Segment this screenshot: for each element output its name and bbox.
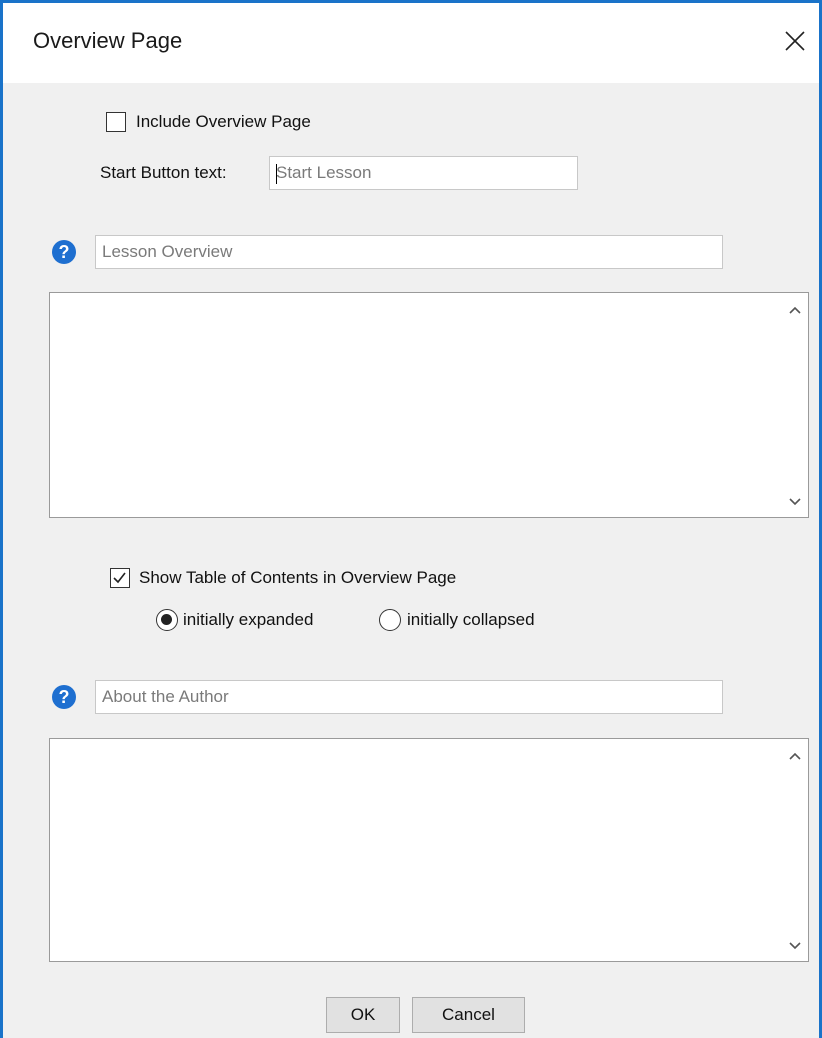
title-bar: Overview Page bbox=[3, 3, 819, 83]
show-toc-label: Show Table of Contents in Overview Page bbox=[139, 568, 457, 587]
ok-button[interactable]: OK bbox=[326, 997, 400, 1033]
scroll-down-icon[interactable] bbox=[784, 493, 806, 511]
include-overview-checkbox[interactable] bbox=[106, 112, 126, 132]
scroll-down-icon[interactable] bbox=[784, 937, 806, 955]
show-toc-checkbox[interactable] bbox=[110, 568, 130, 588]
help-icon[interactable]: ? bbox=[52, 240, 76, 264]
overview-page-dialog: Overview Page Include Overview Page Star… bbox=[0, 0, 822, 1038]
checkmark-icon bbox=[113, 572, 126, 584]
start-button-text-input[interactable] bbox=[270, 157, 577, 189]
scroll-up-icon[interactable] bbox=[784, 747, 806, 765]
initially-collapsed-radio[interactable] bbox=[379, 609, 401, 631]
initially-expanded-label: initially expanded bbox=[183, 610, 314, 629]
about-author-body-textarea[interactable] bbox=[49, 738, 809, 962]
help-icon[interactable]: ? bbox=[52, 685, 76, 709]
about-author-title-field[interactable] bbox=[95, 680, 723, 714]
start-button-text-field[interactable] bbox=[269, 156, 578, 190]
lesson-overview-title-field[interactable] bbox=[95, 235, 723, 269]
radio-selected-dot bbox=[161, 614, 172, 625]
scroll-up-icon[interactable] bbox=[784, 301, 806, 319]
dialog-title: Overview Page bbox=[33, 28, 183, 53]
lesson-overview-title-input[interactable] bbox=[96, 236, 722, 268]
close-icon bbox=[785, 31, 805, 51]
close-button[interactable] bbox=[773, 19, 817, 63]
start-button-text-label: Start Button text: bbox=[100, 163, 227, 182]
initially-expanded-radio[interactable] bbox=[156, 609, 178, 631]
text-caret bbox=[276, 164, 277, 184]
about-author-title-input[interactable] bbox=[96, 681, 722, 713]
initially-collapsed-label: initially collapsed bbox=[407, 610, 535, 629]
cancel-button[interactable]: Cancel bbox=[412, 997, 525, 1033]
lesson-overview-body-textarea[interactable] bbox=[49, 292, 809, 518]
include-overview-label: Include Overview Page bbox=[136, 112, 311, 131]
